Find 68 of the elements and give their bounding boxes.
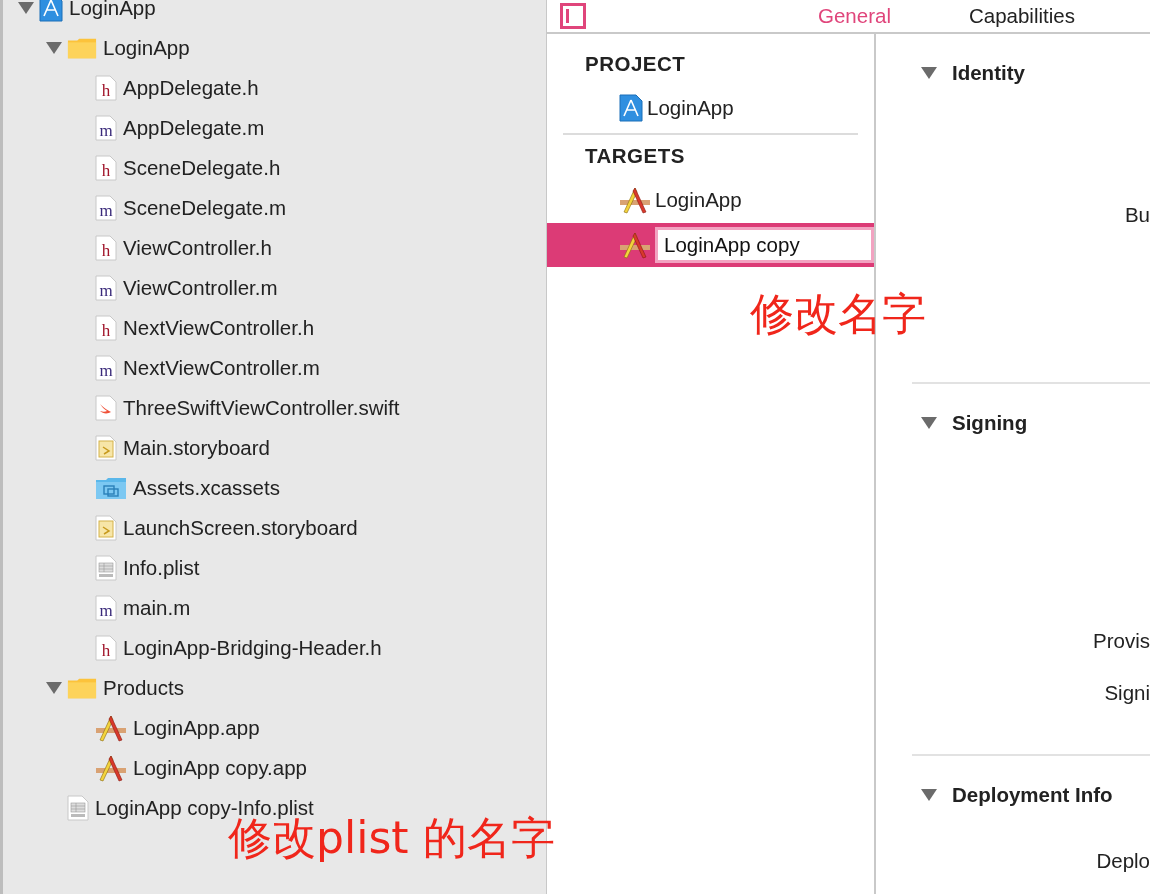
file-name[interactable]: SceneDelegate.m [123, 196, 286, 220]
file-name[interactable]: LoginApp [103, 36, 190, 60]
plist-file-icon [95, 555, 117, 581]
file-name[interactable]: LoginApp [69, 0, 156, 20]
group-heading: PROJECT [584, 51, 687, 77]
selected-target-row[interactable]: LoginApp copy [547, 223, 874, 267]
app-target-icon [95, 714, 127, 742]
source-file-icon: m [95, 275, 117, 301]
file-name[interactable]: LoginApp copy-Info.plist [95, 796, 314, 820]
source-file-icon: m [95, 595, 117, 621]
file-name[interactable]: LoginApp copy.app [133, 756, 307, 780]
app-target-icon [95, 754, 127, 782]
file-name[interactable]: LoginApp.app [133, 716, 260, 740]
file-name[interactable]: Info.plist [123, 556, 200, 580]
header-file-icon: h [95, 235, 117, 261]
disclosure-triangle-down[interactable] [920, 66, 938, 80]
project-file-icon [619, 94, 643, 122]
section-title: Signing [952, 411, 1028, 435]
disclosure-triangle-down[interactable] [17, 1, 35, 15]
source-file-icon: m [95, 195, 117, 221]
disclosure-triangle-down[interactable] [920, 788, 938, 802]
file-name[interactable]: Products [103, 676, 184, 700]
tab[interactable]: General [814, 4, 895, 28]
source-file-icon: m [95, 355, 117, 381]
source-file-icon: m [95, 115, 117, 141]
file-name[interactable]: NextViewController.h [123, 316, 315, 340]
file-name[interactable]: ViewController.m [123, 276, 278, 300]
disclosure-triangle-down[interactable] [920, 416, 938, 430]
header-file-icon: h [95, 75, 117, 101]
file-name[interactable]: LaunchScreen.storyboard [123, 516, 358, 540]
storyboard-file-icon [95, 515, 117, 541]
app-target-icon [619, 231, 651, 259]
plist-file-icon [67, 795, 89, 821]
disclosure-triangle-down[interactable] [45, 41, 63, 55]
file-name[interactable]: LoginApp-Bridging-Header.h [123, 636, 382, 660]
annotation-text: 修改名字 [750, 292, 926, 336]
file-name[interactable]: SceneDelegate.h [123, 156, 281, 180]
file-name[interactable]: Assets.xcassets [133, 476, 280, 500]
folder-icon [67, 676, 97, 700]
header-file-icon: h [95, 635, 117, 661]
file-name[interactable]: ThreeSwiftViewController.swift [123, 396, 400, 420]
field-label: Provis [1093, 628, 1150, 654]
storyboard-file-icon [95, 435, 117, 461]
tab[interactable]: Capabilities [964, 4, 1079, 28]
group-heading: TARGETS [584, 143, 686, 169]
header-file-icon: h [95, 155, 117, 181]
project-file-icon [39, 0, 63, 22]
section-title: Identity [952, 61, 1025, 85]
file-name[interactable]: NextViewController.m [123, 356, 320, 380]
swift-file-icon [95, 395, 117, 421]
file-name[interactable]: main.m [123, 596, 191, 620]
file-name[interactable]: ViewController.h [123, 236, 272, 260]
asset-catalog-icon [95, 476, 127, 500]
app-target-icon [619, 186, 651, 214]
header-file-icon: h [95, 315, 117, 341]
field-label: Signi [1104, 680, 1150, 706]
folder-icon [67, 36, 97, 60]
file-name[interactable]: Main.storyboard [123, 436, 270, 460]
file-name[interactable]: AppDelegate.m [123, 116, 265, 140]
file-name[interactable]: AppDelegate.h [123, 76, 259, 100]
sidebar-toggle-icon[interactable] [560, 3, 586, 29]
name-field[interactable]: LoginApp copy [655, 227, 874, 263]
target-row[interactable]: LoginApp [547, 85, 874, 131]
target-row[interactable]: LoginApp [547, 177, 874, 223]
field-label: Deplo [1096, 848, 1150, 874]
section-title: Deployment Info [952, 783, 1113, 807]
disclosure-triangle-down[interactable] [45, 681, 63, 695]
field-label: Bu [1124, 202, 1150, 228]
